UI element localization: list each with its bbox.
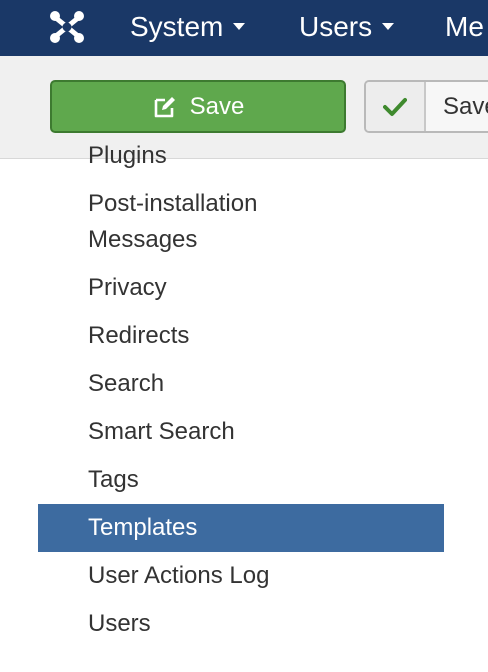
save-button-label: Save (189, 92, 245, 120)
menu-item-label: Smart Search (88, 418, 235, 445)
components-menu-list: Plugins Post-installation Messages Priva… (38, 142, 444, 648)
nav-menu-system[interactable]: System (130, 0, 246, 56)
menu-item-templates[interactable]: Templates (38, 504, 444, 552)
nav-menu-system-label: System (130, 11, 224, 42)
menu-item-label: Users (88, 610, 151, 637)
menu-item-plugins[interactable]: Plugins (38, 132, 444, 180)
save-button[interactable]: Save (50, 80, 346, 133)
menu-item-users[interactable]: Users (38, 600, 444, 648)
menu-item-post-installation-messages[interactable]: Post-installation Messages (38, 180, 444, 264)
nav-menu-menus[interactable]: Me (445, 0, 484, 56)
menu-item-label: Redirects (88, 322, 190, 349)
menu-item-user-actions-log[interactable]: User Actions Log (38, 552, 444, 600)
check-icon (366, 82, 426, 131)
save-close-button-label: Save (443, 93, 488, 120)
caret-down-icon (382, 23, 395, 31)
menu-item-label: Search (88, 370, 165, 397)
menu-item-label: User Actions Log (88, 562, 270, 589)
menu-item-privacy[interactable]: Privacy (38, 264, 444, 312)
top-navbar: System Users Me (0, 0, 488, 56)
nav-menu-menus-label: Me (445, 11, 484, 42)
joomla-logo-icon[interactable] (48, 8, 86, 46)
menu-item-label: Tags (88, 466, 139, 493)
nav-menu-users[interactable]: Users (299, 0, 395, 56)
menu-item-tags[interactable]: Tags (38, 456, 444, 504)
menu-item-smart-search[interactable]: Smart Search (38, 408, 444, 456)
menu-item-redirects[interactable]: Redirects (38, 312, 444, 360)
menu-item-label: Post-installation Messages (88, 190, 258, 253)
menu-item-label: Plugins (88, 142, 167, 169)
menu-item-label: Templates (88, 514, 198, 541)
caret-down-icon (233, 23, 246, 31)
nav-menu-users-label: Users (299, 11, 373, 42)
menu-item-search[interactable]: Search (38, 360, 444, 408)
save-close-button[interactable]: Save (364, 80, 488, 133)
edit-icon (152, 94, 178, 120)
menu-item-label: Privacy (88, 274, 167, 301)
